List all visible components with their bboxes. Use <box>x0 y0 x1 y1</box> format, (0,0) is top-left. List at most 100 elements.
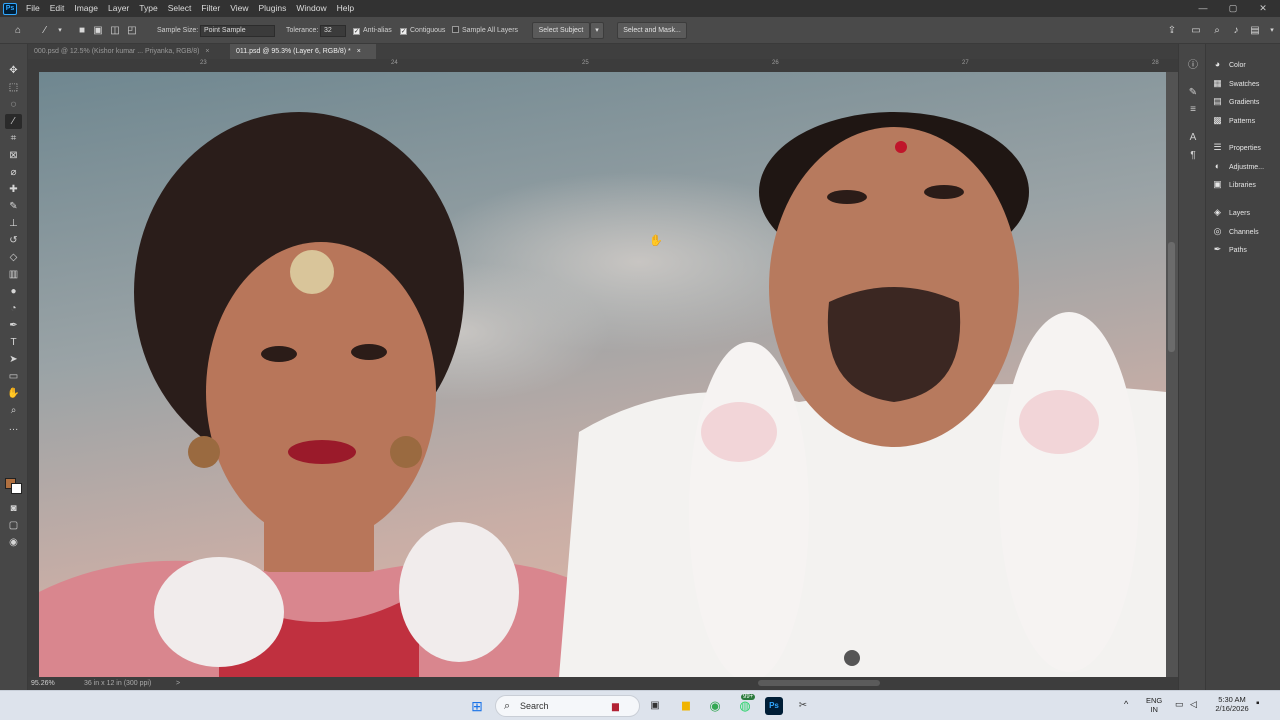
volume-icon[interactable]: ◁ <box>1190 699 1197 710</box>
close-icon[interactable]: × <box>357 48 361 55</box>
panel-color[interactable]: ◕ Color <box>1212 58 1246 74</box>
eraser-tool-icon[interactable]: ◇ <box>5 250 22 265</box>
gradient-tool-icon[interactable]: ▥ <box>5 267 22 282</box>
clone-stamp-tool-icon[interactable]: ⊥ <box>5 216 22 231</box>
lasso-tool-icon[interactable]: ◌ <box>5 97 22 112</box>
home-icon[interactable]: ⌂ <box>11 24 25 38</box>
search-icon[interactable]: ⌕ <box>1210 24 1224 38</box>
chrome-icon[interactable]: ◉ <box>706 697 724 715</box>
chevron-down-icon[interactable]: ▾ <box>1265 24 1279 38</box>
dodge-tool-icon[interactable]: ◔ <box>5 301 22 316</box>
workspace-icon[interactable]: ▭ <box>1189 24 1203 38</box>
hand-tool-icon[interactable]: ✋ <box>5 386 22 401</box>
tolerance-input[interactable]: 32 <box>320 25 346 37</box>
notification-center-icon[interactable]: ▪ <box>1256 698 1260 709</box>
file-explorer-icon[interactable]: ▆ <box>677 697 695 715</box>
task-view-icon[interactable]: ▣ <box>646 697 664 715</box>
menu-layer[interactable]: Layer <box>103 0 134 17</box>
character-icon[interactable]: A <box>1187 132 1199 144</box>
tab-document-011[interactable]: 011.psd @ 95.3% (Layer 6, RGB/8) * × <box>230 44 376 59</box>
menu-type[interactable]: Type <box>134 0 162 17</box>
healing-brush-tool-icon[interactable]: ✚ <box>5 182 22 197</box>
crop-tool-icon[interactable]: ⌗ <box>5 131 22 146</box>
share-icon[interactable]: ⇪ <box>1165 24 1179 38</box>
document-canvas[interactable]: ✋ <box>39 72 1166 677</box>
quick-mask-icon[interactable]: ◙ <box>5 501 22 516</box>
close-icon[interactable]: × <box>205 48 209 55</box>
background-color-swatch[interactable] <box>11 483 22 494</box>
add-selection-icon[interactable]: ▣ <box>91 24 105 38</box>
panel-adjustments[interactable]: ◐ Adjustme... <box>1212 160 1264 176</box>
magic-wand-preset-icon[interactable]: ⁄ <box>38 24 52 38</box>
scrollbar-thumb[interactable] <box>1168 242 1175 352</box>
history-brush-tool-icon[interactable]: ↺ <box>5 233 22 248</box>
close-button[interactable]: ✕ <box>1248 0 1278 17</box>
menu-help[interactable]: Help <box>332 0 359 17</box>
adjust-sliders-icon[interactable]: ≡ <box>1187 104 1199 116</box>
vertical-scrollbar[interactable] <box>1166 72 1177 677</box>
display-icon[interactable]: ▭ <box>1175 699 1184 710</box>
menu-edit[interactable]: Edit <box>45 0 70 17</box>
horizontal-scrollbar-thumb[interactable] <box>758 680 880 686</box>
info-icon[interactable]: ⓘ <box>1187 60 1199 72</box>
contiguous-checkbox[interactable]: ✓ Contiguous <box>400 17 445 44</box>
panel-layers[interactable]: ◈ Layers <box>1212 206 1250 222</box>
menu-view[interactable]: View <box>225 0 253 17</box>
clock[interactable]: 5:30 AM 2/16/2026 <box>1212 695 1252 713</box>
select-subject-button[interactable]: Select Subject <box>532 22 590 39</box>
panel-swatches[interactable]: ▦ Swatches <box>1212 77 1259 93</box>
panel-gradients[interactable]: ▤ Gradients <box>1212 95 1259 111</box>
type-tool-icon[interactable]: T <box>5 335 22 350</box>
windows-start-icon[interactable]: ⊞ <box>468 697 486 715</box>
camera-icon[interactable]: ◉ <box>5 535 22 550</box>
new-selection-icon[interactable]: ■ <box>75 24 89 38</box>
panel-libraries[interactable]: ▣ Libraries <box>1212 178 1256 194</box>
zoom-level[interactable]: 95.26% <box>31 677 55 690</box>
brush-settings-icon[interactable]: ✎ <box>1187 87 1199 99</box>
menu-filter[interactable]: Filter <box>196 0 225 17</box>
menu-select[interactable]: Select <box>163 0 197 17</box>
eyedropper-tool-icon[interactable]: ⌀ <box>5 165 22 180</box>
select-and-mask-button[interactable]: Select and Mask... <box>617 22 687 39</box>
select-subject-dropdown-icon[interactable]: ▾ <box>590 22 604 39</box>
minimize-button[interactable]: — <box>1188 0 1218 17</box>
paragraph-icon[interactable]: ¶ <box>1187 150 1199 162</box>
frame-tool-icon[interactable]: ⊠ <box>5 148 22 163</box>
panel-properties[interactable]: ☰ Properties <box>1212 141 1260 157</box>
marquee-tool-icon[interactable]: ⬚ <box>5 80 22 95</box>
intersect-selection-icon[interactable]: ◰ <box>125 24 139 38</box>
menu-file[interactable]: File <box>21 0 45 17</box>
pen-tool-icon[interactable]: ✒ <box>5 318 22 333</box>
taskbar-search[interactable]: ⌕ Search ▆ <box>495 695 640 717</box>
tab-document-000[interactable]: 000.psd @ 12.5% (Kishor kumar ... Priyan… <box>28 44 228 59</box>
workspace-switcher-icon[interactable]: ▤ <box>1248 24 1262 38</box>
blur-tool-icon[interactable]: ● <box>5 284 22 299</box>
contiguous-label: Contiguous <box>410 27 446 34</box>
panel-channels[interactable]: ◎ Channels <box>1212 225 1259 241</box>
chevron-down-icon[interactable]: ▾ <box>53 24 67 38</box>
move-tool-icon[interactable]: ✥ <box>5 63 22 78</box>
magic-wand-tool-icon[interactable]: ⁄ <box>5 114 22 129</box>
anti-alias-checkbox[interactable]: ✓ Anti-alias <box>353 17 392 44</box>
menu-window[interactable]: Window <box>291 0 331 17</box>
sample-size-select[interactable]: Point Sample <box>200 25 275 37</box>
restore-button[interactable]: ▢ <box>1218 0 1248 17</box>
notifications-icon[interactable]: ♪ <box>1229 24 1243 38</box>
zoom-tool-icon[interactable]: ⌕ <box>5 403 22 418</box>
screen-mode-icon[interactable]: ▢ <box>5 518 22 533</box>
status-expand-icon[interactable]: > <box>176 677 180 690</box>
sample-all-layers-checkbox[interactable]: Sample All Layers <box>452 17 518 44</box>
menu-plugins[interactable]: Plugins <box>253 0 291 17</box>
subtract-selection-icon[interactable]: ◫ <box>108 24 122 38</box>
chevron-up-icon[interactable]: ^ <box>1124 699 1128 709</box>
panel-paths[interactable]: ✒ Paths <box>1212 243 1247 259</box>
path-selection-tool-icon[interactable]: ➤ <box>5 352 22 367</box>
brush-tool-icon[interactable]: ✎ <box>5 199 22 214</box>
panel-patterns[interactable]: ▩ Patterns <box>1212 114 1255 130</box>
more-tools-icon[interactable]: … <box>5 420 22 435</box>
language-indicator[interactable]: ENG IN <box>1146 696 1162 714</box>
rectangle-tool-icon[interactable]: ▭ <box>5 369 22 384</box>
photoshop-taskbar-icon[interactable]: Ps <box>765 697 783 715</box>
menu-image[interactable]: Image <box>69 0 103 17</box>
snipping-tool-icon[interactable]: ✂ <box>794 697 812 715</box>
